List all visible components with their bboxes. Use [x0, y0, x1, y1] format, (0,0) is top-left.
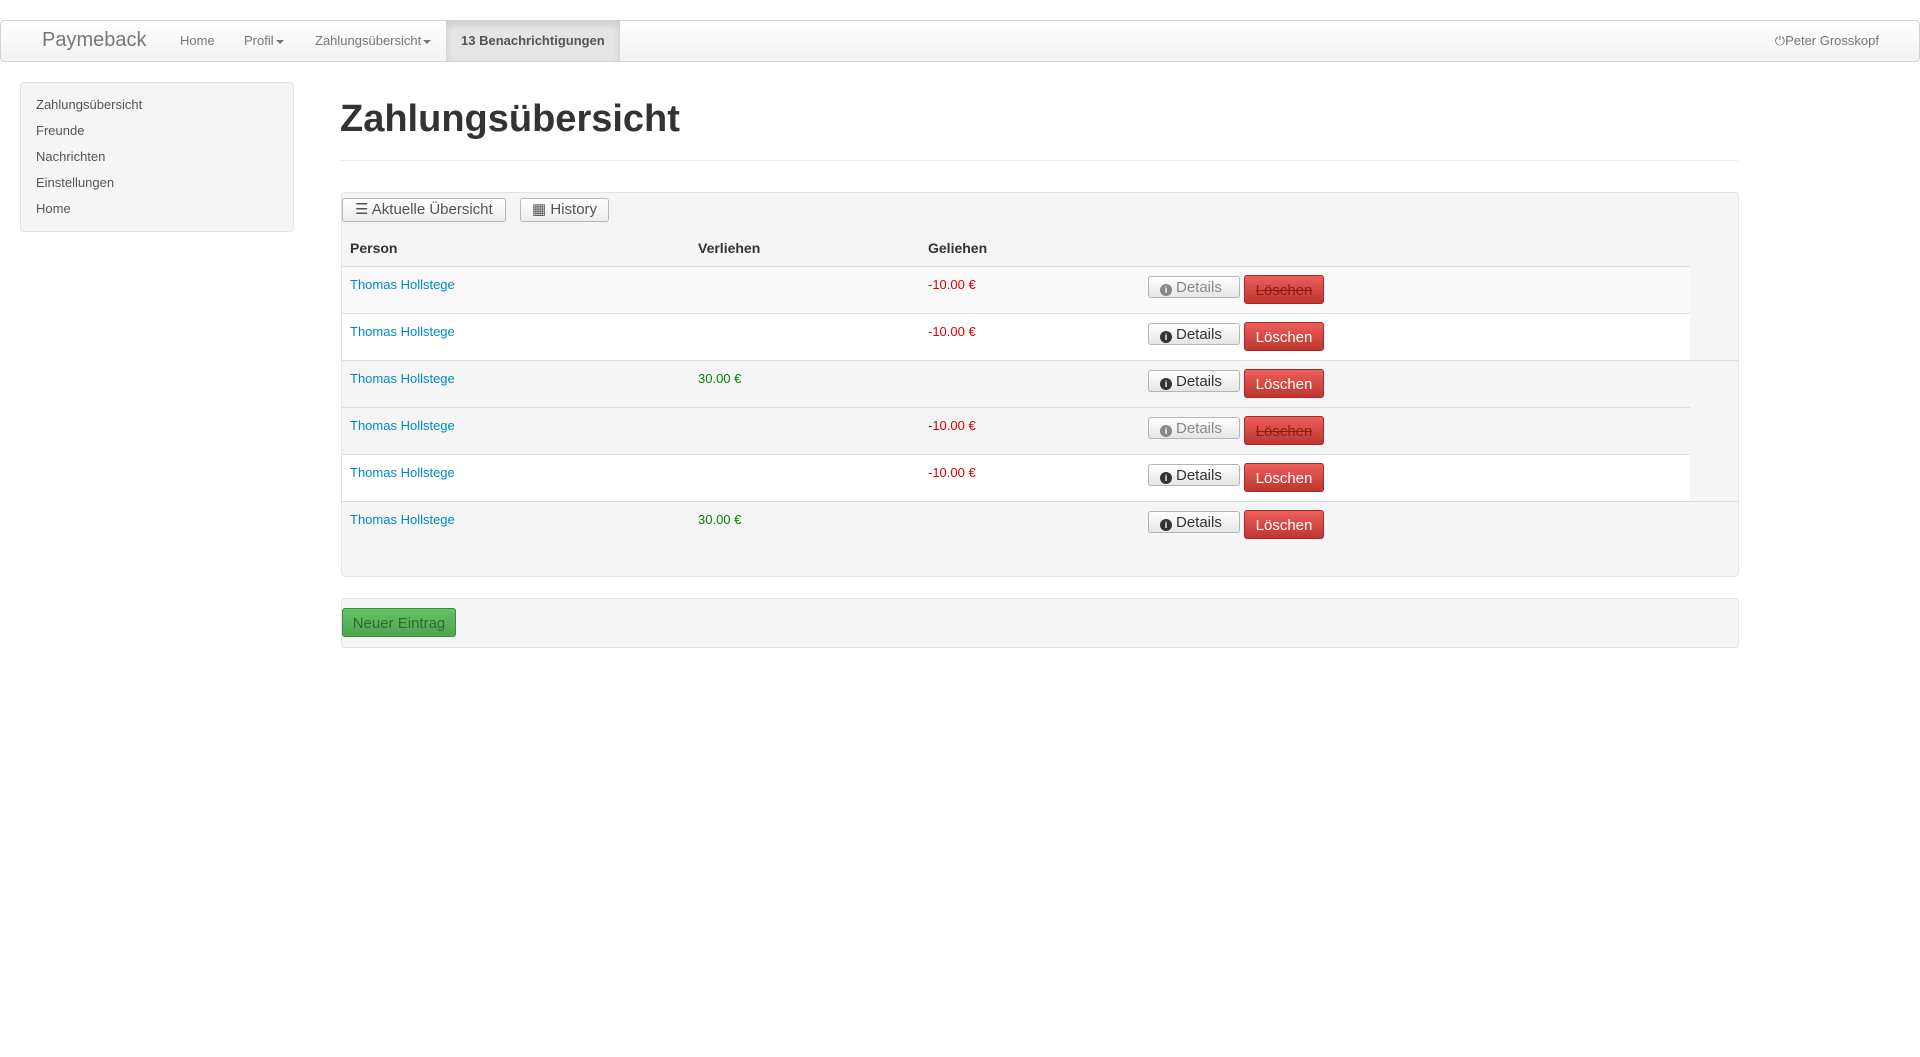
payments-panel: ☰ Aktuelle Übersicht ▦ History Person Ve…: [341, 192, 1739, 577]
header-geliehen: Geliehen: [928, 240, 988, 256]
person-link[interactable]: Thomas Hollstege: [350, 465, 455, 480]
tab-aktuelle-uebersicht-label: Aktuelle Übersicht: [371, 201, 493, 218]
details-button[interactable]: i Details: [1148, 464, 1240, 486]
nav-profil-label: Profil: [244, 33, 274, 48]
table-row: Thomas Hollstege -10.00 € i Details Lösch…: [342, 454, 1690, 501]
person-link[interactable]: Thomas Hollstege: [350, 277, 455, 292]
person-link[interactable]: Thomas Hollstege: [350, 371, 455, 386]
info-icon: i: [1160, 284, 1172, 296]
table-row: Thomas Hollstege -10.00 € i Details Lösch…: [342, 313, 1690, 360]
details-label: Details: [1176, 326, 1222, 343]
nav-notifications[interactable]: 13 Benachrichtigungen: [446, 21, 620, 61]
details-button[interactable]: i Details: [1148, 323, 1240, 345]
info-icon: i: [1160, 472, 1172, 484]
sidebar-item-einstellungen[interactable]: Einstellungen: [36, 175, 114, 190]
details-button[interactable]: i Details: [1148, 370, 1240, 392]
power-icon: ⏻: [1774, 33, 1786, 48]
title-divider: [340, 160, 1738, 161]
person-link[interactable]: Thomas Hollstege: [350, 418, 455, 433]
details-button[interactable]: i Details: [1148, 511, 1240, 533]
person-link[interactable]: Thomas Hollstege: [350, 324, 455, 339]
info-icon: i: [1160, 425, 1172, 437]
chevron-down-icon: [275, 39, 284, 44]
user-name: Peter Grosskopf: [1785, 33, 1879, 48]
chevron-down-icon: [423, 39, 432, 44]
delete-button[interactable]: Löschen: [1244, 369, 1324, 398]
delete-button[interactable]: Löschen: [1244, 510, 1324, 539]
geliehen-value: -10.00 €: [928, 418, 976, 433]
header-verliehen: Verliehen: [698, 240, 761, 256]
details-label: Details: [1176, 514, 1222, 531]
sidebar-item-nachrichten[interactable]: Nachrichten: [36, 149, 105, 164]
sidebar-item-freunde[interactable]: Freunde: [36, 123, 84, 138]
tab-history[interactable]: ▦ History: [520, 198, 610, 222]
tab-aktuelle-uebersicht[interactable]: ☰ Aktuelle Übersicht: [342, 198, 506, 222]
nav-zahlungsuebersicht[interactable]: Zahlungsübersicht: [315, 21, 432, 61]
page-title: Zahlungsübersicht: [340, 98, 680, 140]
list-icon: ☰: [355, 201, 369, 218]
info-icon: i: [1160, 331, 1172, 343]
details-label: Details: [1176, 420, 1222, 437]
person-link[interactable]: Thomas Hollstege: [350, 512, 455, 527]
header-person: Person: [350, 240, 398, 256]
table-row: Thomas Hollstege -10.00 € i Details Lösch…: [342, 266, 1690, 313]
details-button[interactable]: i Details: [1148, 417, 1240, 439]
details-label: Details: [1176, 373, 1222, 390]
table-row: Thomas Hollstege 30.00 € i Details Lösche…: [342, 360, 1738, 407]
delete-button[interactable]: Löschen: [1244, 463, 1324, 492]
delete-button[interactable]: Löschen: [1244, 416, 1324, 445]
brand-link[interactable]: Paymeback: [42, 29, 147, 52]
top-navbar: Paymeback Home Profil Zahlungsübersicht …: [0, 20, 1920, 62]
new-entry-button[interactable]: Neuer Eintrag: [342, 608, 456, 637]
delete-button[interactable]: Löschen: [1244, 275, 1324, 304]
user-menu[interactable]: ⏻Peter Grosskopf: [1775, 21, 1879, 61]
delete-button[interactable]: Löschen: [1244, 322, 1324, 351]
sidebar: Zahlungsübersicht Freunde Nachrichten Ei…: [20, 82, 294, 232]
details-label: Details: [1176, 279, 1222, 296]
geliehen-value: -10.00 €: [928, 465, 976, 480]
tab-history-label: History: [550, 201, 598, 218]
geliehen-value: -10.00 €: [928, 277, 976, 292]
nav-profil[interactable]: Profil: [244, 21, 284, 61]
calendar-icon: ▦: [532, 201, 547, 218]
nav-zahlungsuebersicht-label: Zahlungsübersicht: [315, 33, 422, 48]
verliehen-value: 30.00 €: [698, 371, 742, 386]
details-button[interactable]: i Details: [1148, 276, 1240, 298]
table-row: Thomas Hollstege 30.00 € i Details Lösche…: [342, 501, 1738, 548]
details-label: Details: [1176, 467, 1222, 484]
table-row: Thomas Hollstege -10.00 € i Details Lösch…: [342, 407, 1690, 454]
footer-panel: Neuer Eintrag: [341, 598, 1739, 648]
info-icon: i: [1160, 378, 1172, 390]
geliehen-value: -10.00 €: [928, 324, 976, 339]
info-icon: i: [1160, 519, 1172, 531]
sidebar-item-home[interactable]: Home: [36, 201, 71, 216]
verliehen-value: 30.00 €: [698, 512, 742, 527]
sidebar-item-zahlungsuebersicht[interactable]: Zahlungsübersicht: [36, 97, 142, 112]
nav-home[interactable]: Home: [180, 21, 215, 61]
